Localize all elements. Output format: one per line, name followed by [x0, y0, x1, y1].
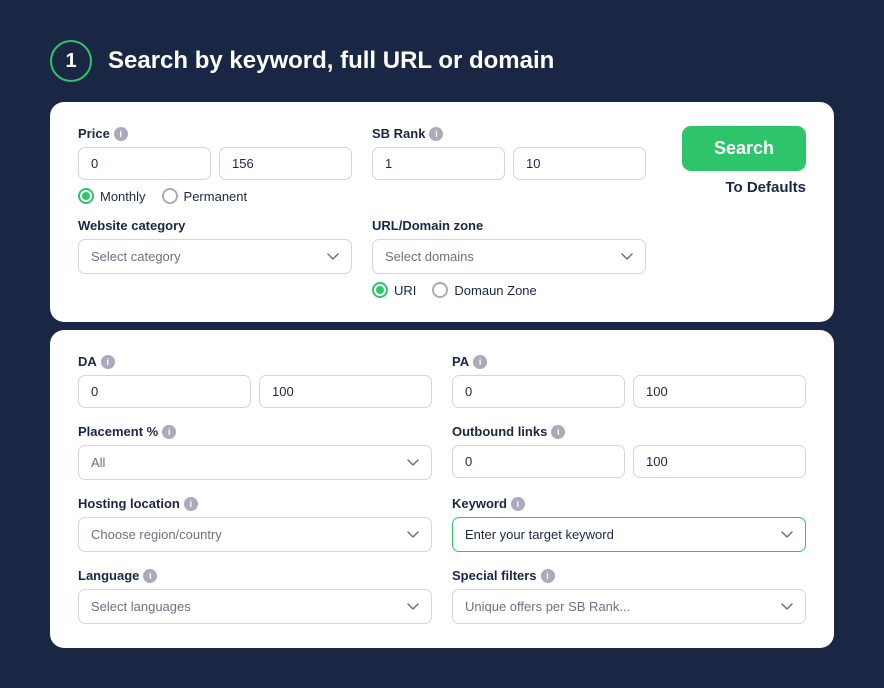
pa-max-input[interactable]: [633, 375, 806, 408]
da-inputs: [78, 375, 432, 408]
outbound-section: Outbound links i: [452, 424, 806, 478]
search-section: Search To Defaults: [666, 126, 806, 196]
sbrank-max-input[interactable]: [513, 147, 646, 180]
language-info-icon: i: [143, 569, 157, 583]
placement-select[interactable]: All: [78, 445, 432, 480]
monthly-radio[interactable]: [78, 188, 94, 204]
special-info-icon: i: [541, 569, 555, 583]
category-domain-row: Website category Select category URL/Dom…: [78, 218, 806, 298]
special-label: Special filters i: [452, 568, 806, 583]
placement-outbound-row: Placement % i All Outbound links i: [78, 424, 806, 480]
page-title: Search by keyword, full URL or domain: [108, 47, 554, 75]
outbound-info-icon: i: [551, 425, 565, 439]
pa-info-icon: i: [473, 355, 487, 369]
price-label: Price i: [78, 126, 352, 141]
special-select[interactable]: Unique offers per SB Rank...: [452, 589, 806, 624]
category-label: Website category: [78, 218, 352, 233]
placement-label: Placement % i: [78, 424, 432, 439]
hosting-keyword-row: Hosting location i Choose region/country…: [78, 496, 806, 552]
placement-info-icon: i: [162, 425, 176, 439]
pa-section: PA i: [452, 354, 806, 408]
category-section: Website category Select category: [78, 218, 352, 274]
keyword-select[interactable]: Enter your target keyword: [452, 517, 806, 552]
domain-zone-radio-label[interactable]: Domaun Zone: [432, 282, 536, 298]
outbound-inputs: [452, 445, 806, 478]
page-header: 1 Search by keyword, full URL or domain: [50, 40, 834, 82]
language-section: Language i Select languages: [78, 568, 432, 624]
special-section: Special filters i Unique offers per SB R…: [452, 568, 806, 624]
to-defaults-button[interactable]: To Defaults: [725, 179, 806, 196]
price-info-icon: i: [114, 127, 128, 141]
uri-radio[interactable]: [372, 282, 388, 298]
outbound-max-input[interactable]: [633, 445, 806, 478]
da-section: DA i: [78, 354, 432, 408]
price-section: Price i Monthly Permanent: [78, 126, 352, 204]
price-frequency-row: Monthly Permanent: [78, 188, 352, 204]
da-label: DA i: [78, 354, 432, 369]
price-min-input[interactable]: [78, 147, 211, 180]
language-select[interactable]: Select languages: [78, 589, 432, 624]
pa-min-input[interactable]: [452, 375, 625, 408]
keyword-section: Keyword i Enter your target keyword: [452, 496, 806, 552]
pa-inputs: [452, 375, 806, 408]
top-card: Price i Monthly Permanent: [50, 102, 834, 322]
domain-label: URL/Domain zone: [372, 218, 646, 233]
uri-radio-label[interactable]: URI: [372, 282, 416, 298]
sbrank-info-icon: i: [429, 127, 443, 141]
domain-section: URL/Domain zone Select domains URI Domau…: [372, 218, 646, 298]
domain-zone-radio[interactable]: [432, 282, 448, 298]
bottom-card: DA i PA i: [50, 330, 834, 648]
permanent-radio-label[interactable]: Permanent: [162, 188, 248, 204]
domain-select[interactable]: Select domains: [372, 239, 646, 274]
step-badge: 1: [50, 40, 92, 82]
hosting-select[interactable]: Choose region/country: [78, 517, 432, 552]
sb-rank-label: SB Rank i: [372, 126, 646, 141]
price-sbrank-row: Price i Monthly Permanent: [78, 126, 806, 204]
hosting-section: Hosting location i Choose region/country: [78, 496, 432, 552]
hosting-label: Hosting location i: [78, 496, 432, 511]
outbound-min-input[interactable]: [452, 445, 625, 478]
outbound-label: Outbound links i: [452, 424, 806, 439]
da-min-input[interactable]: [78, 375, 251, 408]
da-max-input[interactable]: [259, 375, 432, 408]
placement-section: Placement % i All: [78, 424, 432, 480]
keyword-info-icon: i: [511, 497, 525, 511]
permanent-radio[interactable]: [162, 188, 178, 204]
sb-rank-section: SB Rank i: [372, 126, 646, 180]
sbrank-min-input[interactable]: [372, 147, 505, 180]
keyword-label: Keyword i: [452, 496, 806, 511]
pa-label: PA i: [452, 354, 806, 369]
price-inputs: [78, 147, 352, 180]
language-label: Language i: [78, 568, 432, 583]
da-pa-row: DA i PA i: [78, 354, 806, 408]
hosting-info-icon: i: [184, 497, 198, 511]
category-select[interactable]: Select category: [78, 239, 352, 274]
uri-row: URI Domaun Zone: [372, 282, 646, 298]
da-info-icon: i: [101, 355, 115, 369]
language-special-row: Language i Select languages Special filt…: [78, 568, 806, 624]
search-button[interactable]: Search: [682, 126, 806, 171]
price-max-input[interactable]: [219, 147, 352, 180]
monthly-radio-label[interactable]: Monthly: [78, 188, 146, 204]
sb-rank-inputs: [372, 147, 646, 180]
